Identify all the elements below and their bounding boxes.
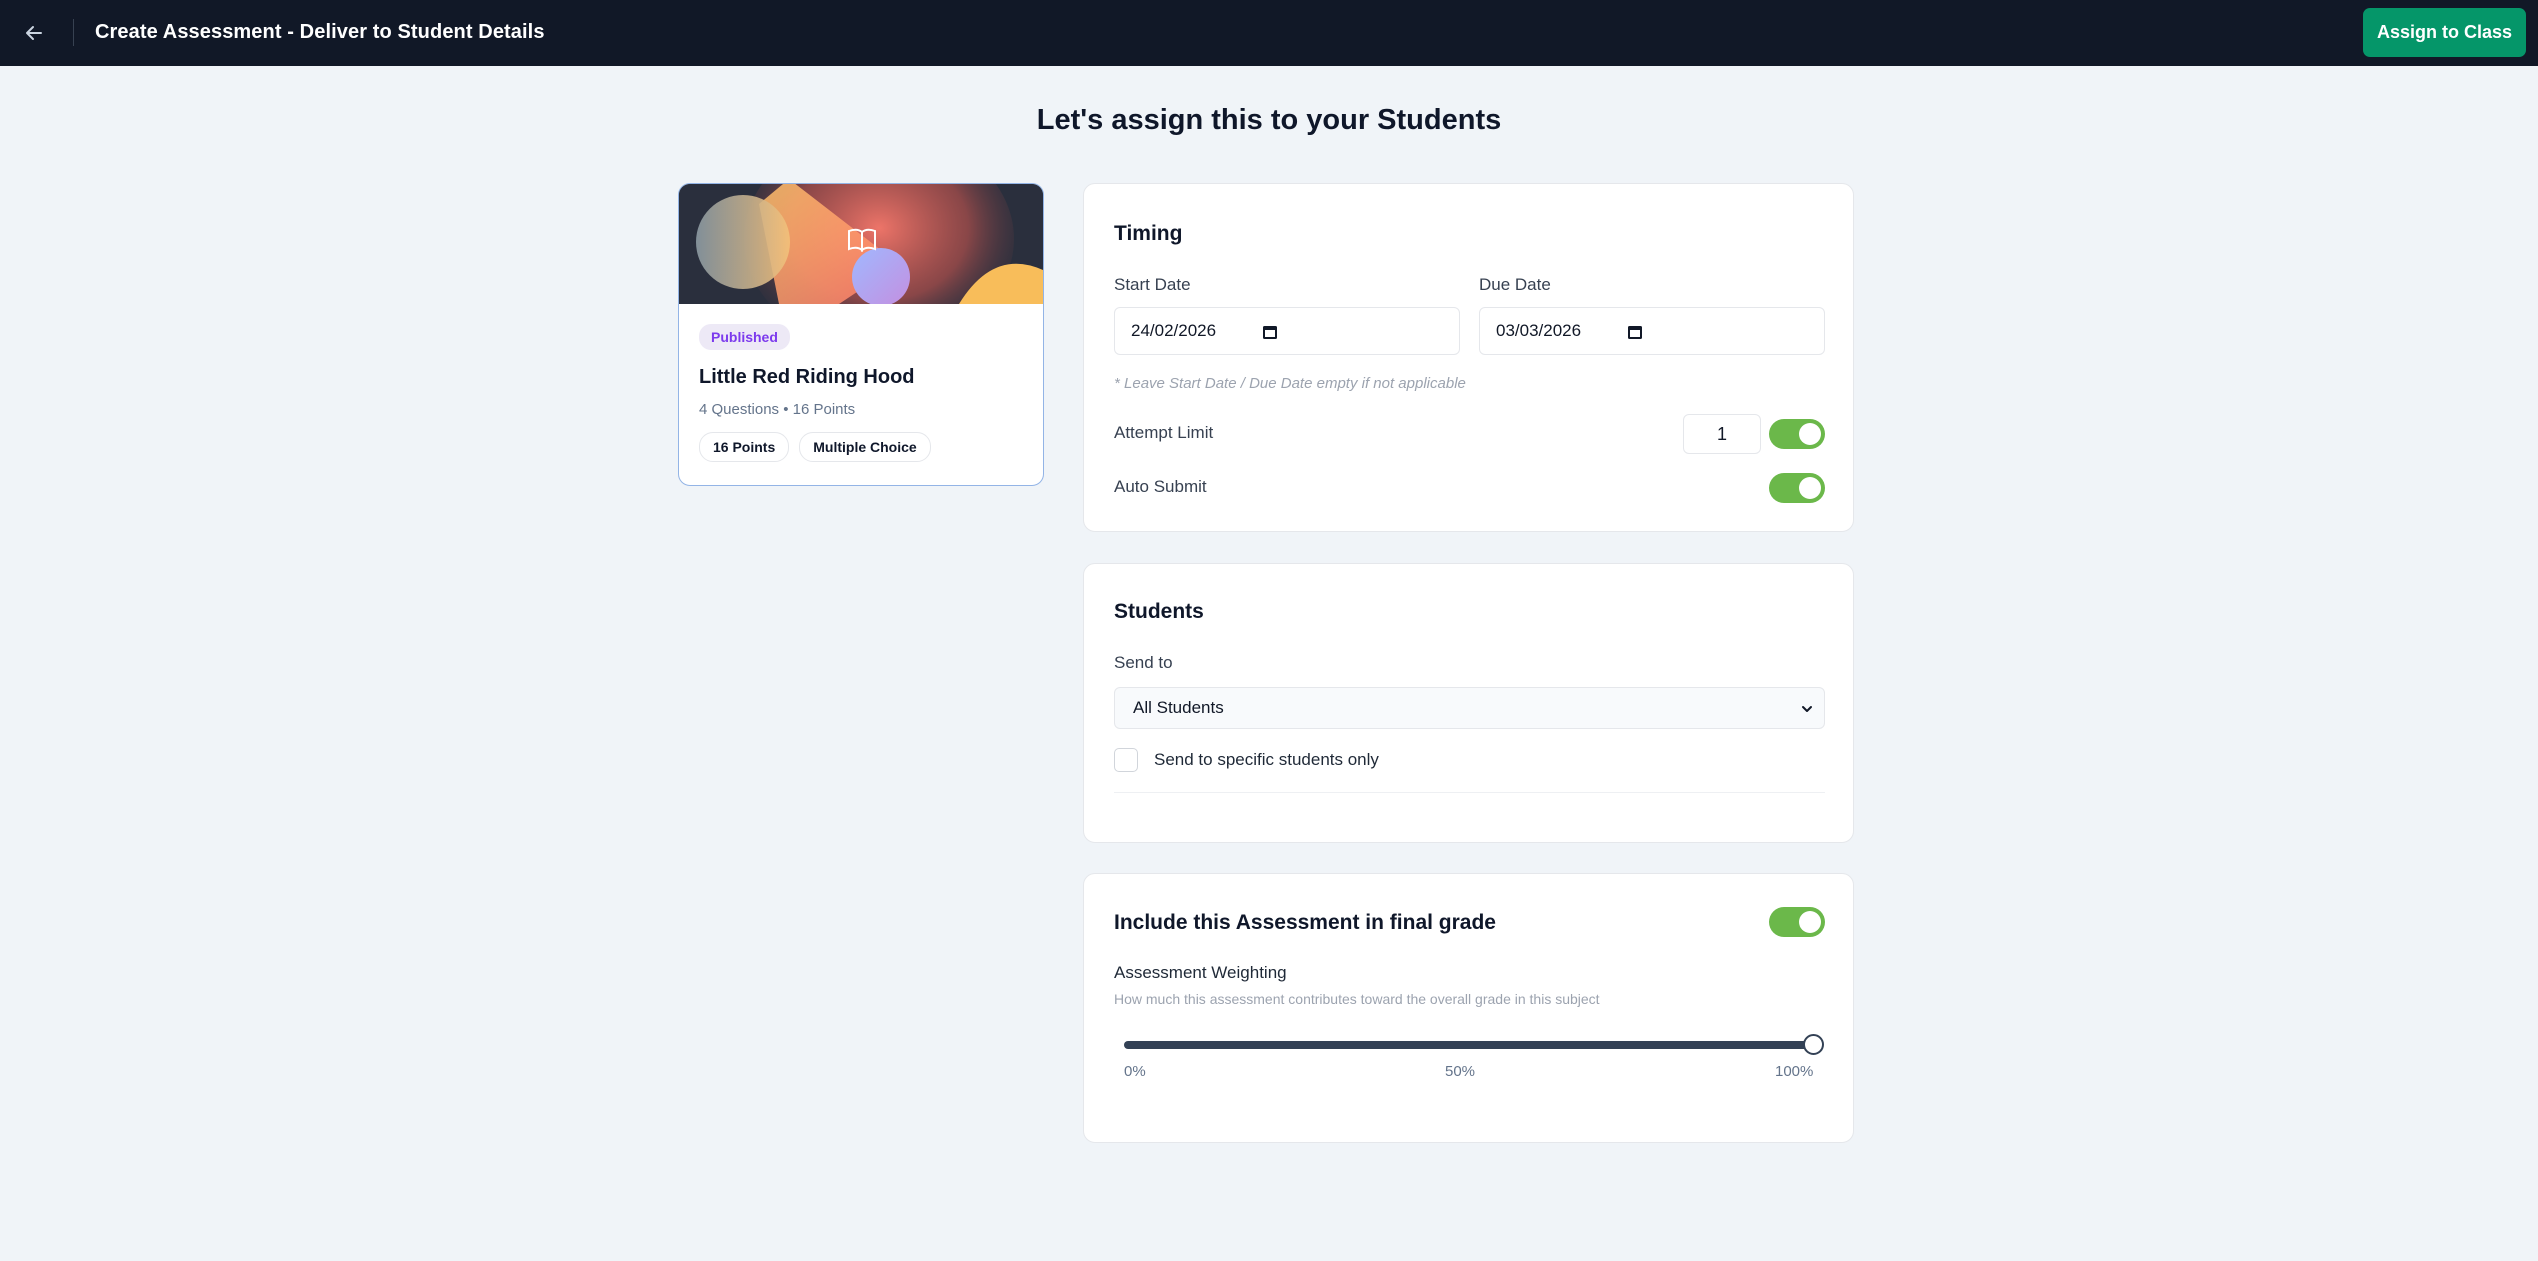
weighting-slider-track[interactable] xyxy=(1124,1041,1814,1049)
arrow-left-icon xyxy=(26,26,42,40)
include-grade-toggle[interactable] xyxy=(1769,907,1825,937)
weighting-label: Assessment Weighting xyxy=(1114,963,1287,982)
assessment-title: Little Red Riding Hood xyxy=(699,366,915,388)
assign-to-class-button[interactable]: Assign to Class xyxy=(2363,8,2526,57)
chevron-down-icon xyxy=(1802,706,1812,712)
page-title: Create Assessment - Deliver to Student D… xyxy=(95,21,545,43)
assessment-meta: 4 Questions • 16 Points xyxy=(699,401,856,418)
specific-students-checkbox[interactable] xyxy=(1114,748,1138,772)
status-badge: Published xyxy=(699,324,790,350)
students-divider xyxy=(1114,792,1825,793)
due-date-value: 03/03/2026 xyxy=(1496,321,1582,340)
timing-panel: Timing Start Date Due Date 24/02/2026 03… xyxy=(1083,183,1854,532)
tick-label-100: 100% xyxy=(1775,1063,1814,1080)
grading-panel: Include this Assessment in final grade A… xyxy=(1083,873,1854,1143)
auto-submit-label: Auto Submit xyxy=(1114,477,1207,496)
send-to-select[interactable]: All Students xyxy=(1114,687,1825,729)
send-to-label: Send to xyxy=(1114,653,1173,672)
banner-art xyxy=(679,184,1043,304)
top-bar: Create Assessment - Deliver to Student D… xyxy=(0,0,2538,66)
specific-students-label: Send to specific students only xyxy=(1154,750,1379,769)
weighting-slider-thumb[interactable] xyxy=(1802,1034,1824,1055)
weighting-description: How much this assessment contributes tow… xyxy=(1114,991,1600,1007)
due-date-input[interactable]: 03/03/2026 xyxy=(1479,307,1825,355)
assessment-card[interactable]: Published Little Red Riding Hood 4 Quest… xyxy=(678,183,1044,486)
card-banner-image xyxy=(679,184,1043,304)
calendar-icon[interactable] xyxy=(1626,323,1644,341)
tick-label-50: 50% xyxy=(1445,1063,1476,1080)
attempt-limit-toggle[interactable] xyxy=(1769,419,1825,449)
attempt-limit-input[interactable]: 1 xyxy=(1683,414,1761,454)
students-panel: Students Send to All Students Send to sp… xyxy=(1083,563,1854,843)
start-date-label: Start Date xyxy=(1114,275,1191,294)
header-divider xyxy=(73,19,74,46)
tag-points: 16 Points xyxy=(699,432,790,462)
timing-title: Timing xyxy=(1114,222,1183,245)
include-grade-title: Include this Assessment in final grade xyxy=(1114,911,1496,934)
send-to-value: All Students xyxy=(1133,698,1224,717)
date-hint: * Leave Start Date / Due Date empty if n… xyxy=(1114,375,1466,392)
back-button[interactable] xyxy=(18,17,50,49)
attempt-limit-label: Attempt Limit xyxy=(1114,423,1214,442)
auto-submit-toggle[interactable] xyxy=(1769,473,1825,503)
toggle-knob xyxy=(1799,477,1821,499)
tick-label-0: 0% xyxy=(1124,1063,1146,1080)
calendar-icon[interactable] xyxy=(1261,323,1279,341)
students-title: Students xyxy=(1114,600,1204,623)
start-date-value: 24/02/2026 xyxy=(1131,321,1217,340)
start-date-input[interactable]: 24/02/2026 xyxy=(1114,307,1460,355)
page-heading: Let's assign this to your Students xyxy=(1036,104,1502,136)
toggle-knob xyxy=(1799,423,1821,445)
due-date-label: Due Date xyxy=(1479,275,1551,294)
toggle-knob xyxy=(1799,911,1821,933)
tag-question-type: Multiple Choice xyxy=(799,432,931,462)
